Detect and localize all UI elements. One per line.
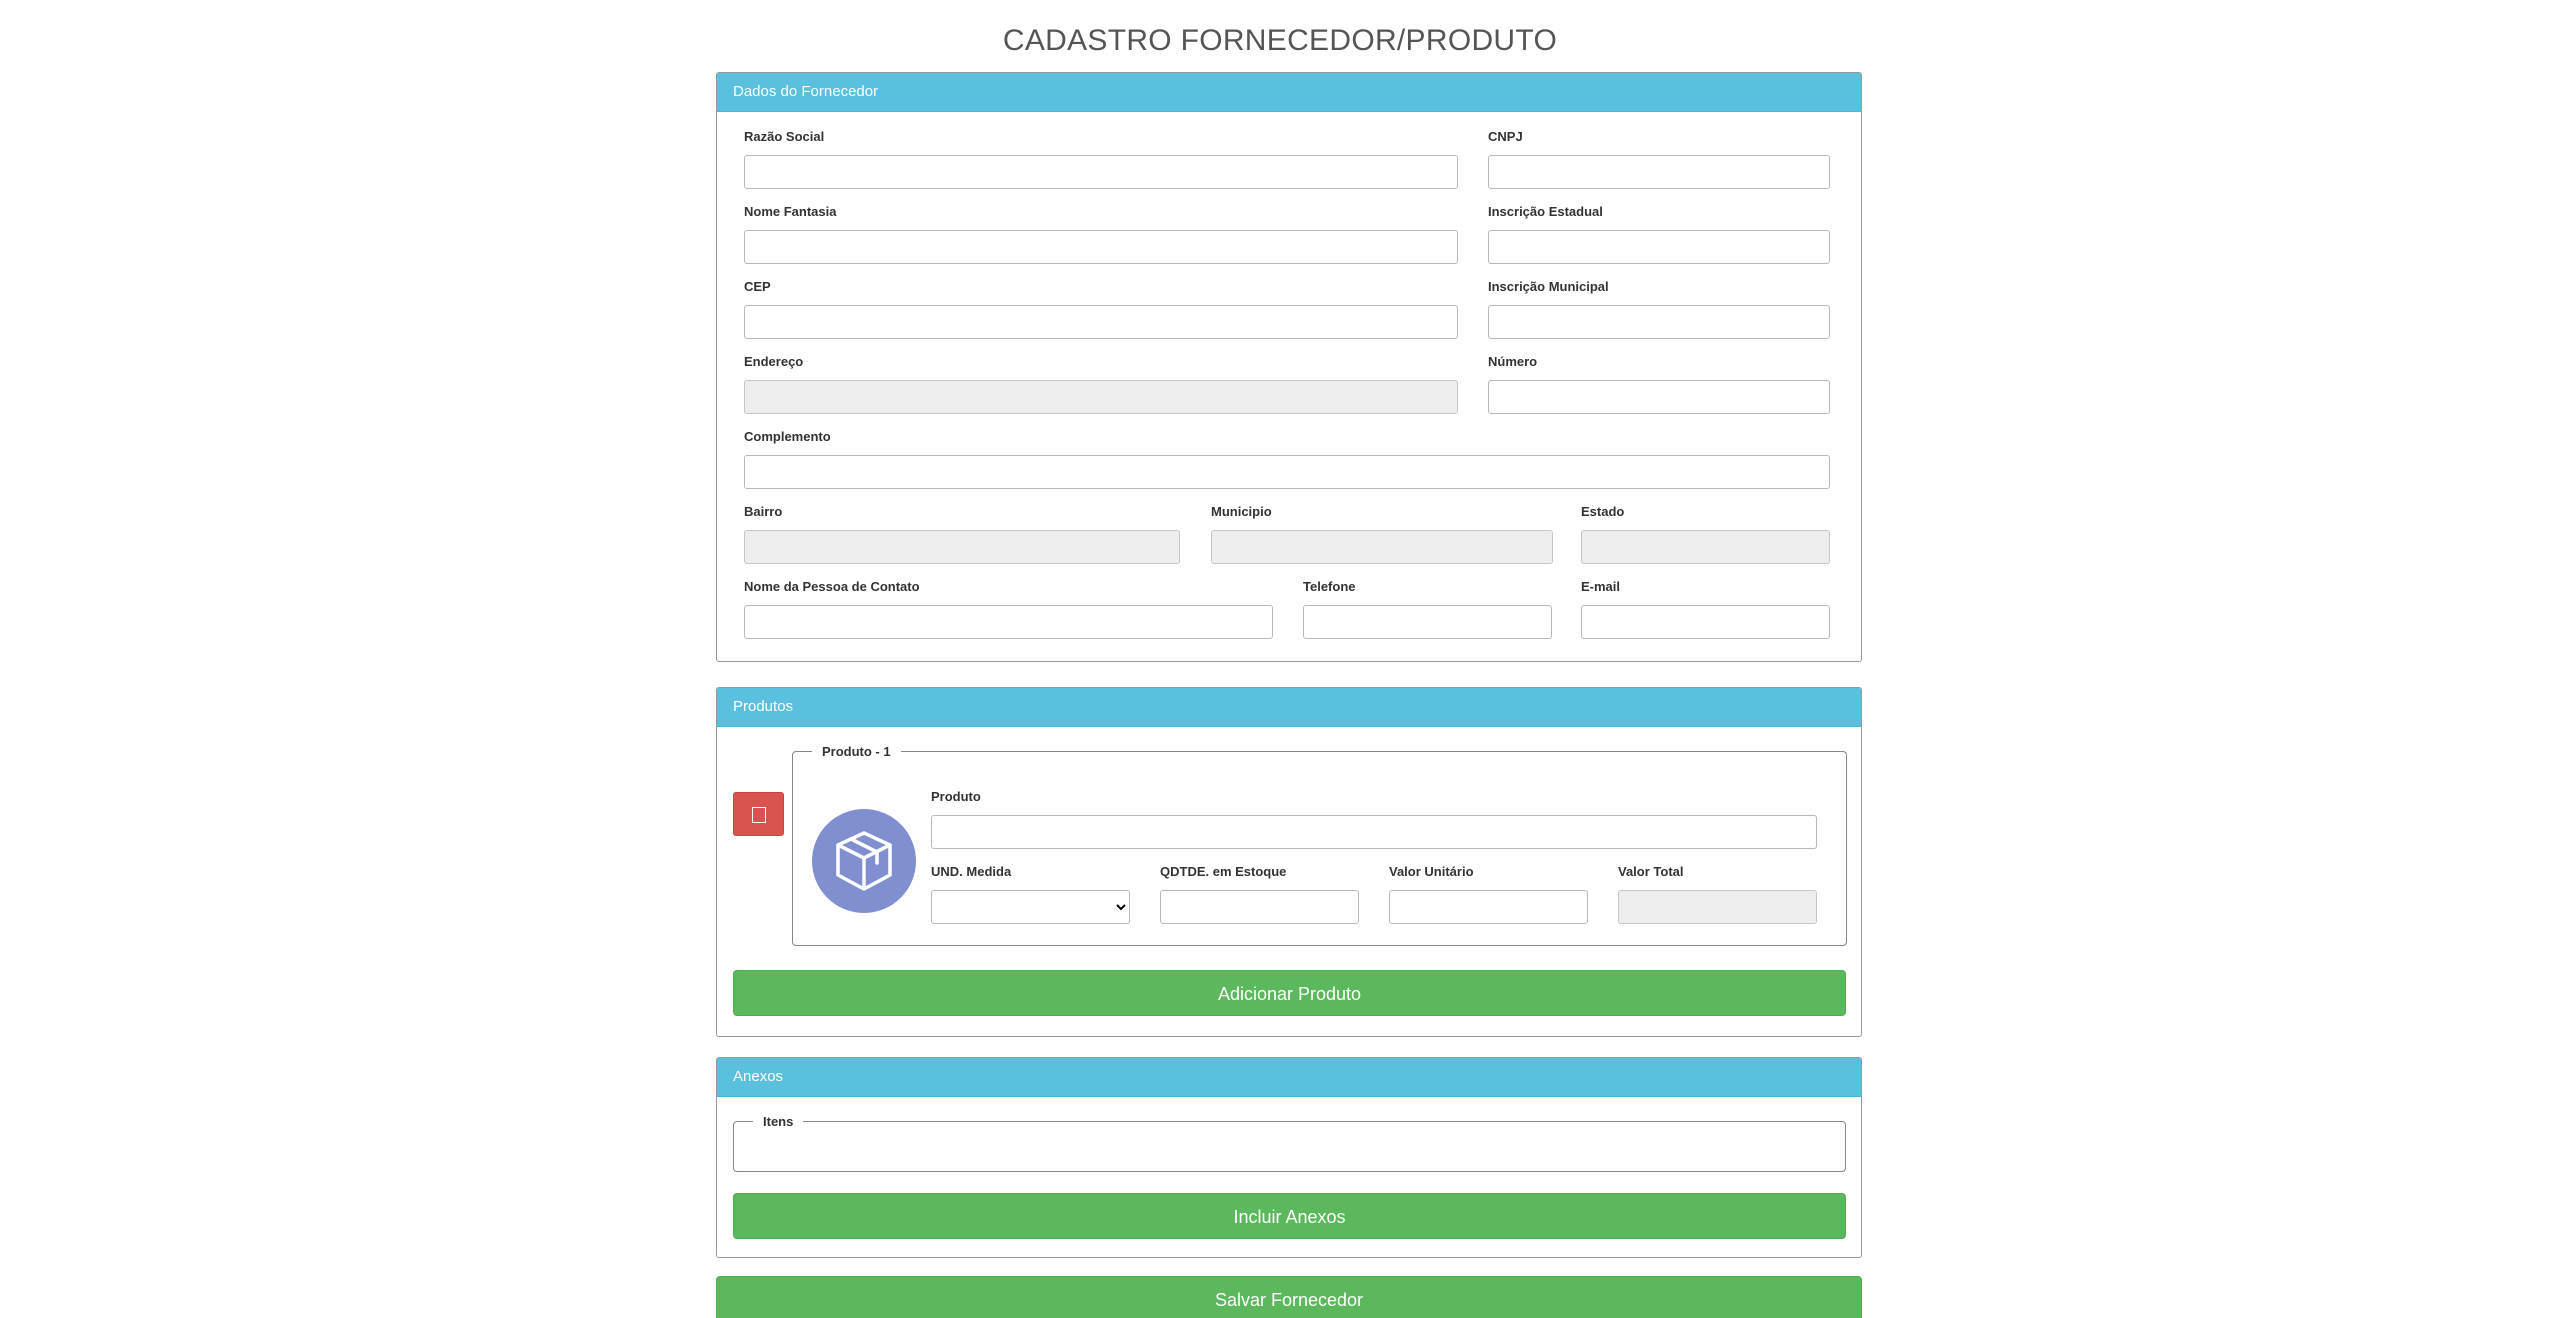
save-supplier-button[interactable]: Salvar Fornecedor <box>716 1276 1862 1318</box>
telefone-input[interactable] <box>1303 605 1552 639</box>
estado-field: Estado <box>1581 504 1830 564</box>
inscricao-municipal-label: Inscrição Municipal <box>1488 279 1609 294</box>
municipio-input <box>1211 530 1553 564</box>
contato-input[interactable] <box>744 605 1273 639</box>
telefone-label: Telefone <box>1303 579 1356 594</box>
cep-field: CEP <box>744 279 1458 339</box>
bairro-input <box>744 530 1180 564</box>
supplier-panel-heading: Dados do Fornecedor <box>717 73 1861 112</box>
valor-unitario-label: Valor Unitário <box>1389 864 1474 879</box>
qtde-estoque-field: QDTDE. em Estoque <box>1160 864 1359 924</box>
produto-field: Produto <box>931 789 1817 849</box>
estado-input <box>1581 530 1830 564</box>
email-input[interactable] <box>1581 605 1830 639</box>
contato-label: Nome da Pessoa de Contato <box>744 579 920 594</box>
inscricao-municipal-input[interactable] <box>1488 305 1830 339</box>
cep-input[interactable] <box>744 305 1458 339</box>
remove-product-button[interactable] <box>733 792 784 836</box>
inscricao-estadual-label: Inscrição Estadual <box>1488 204 1603 219</box>
trash-icon <box>752 807 766 823</box>
razao-social-input[interactable] <box>744 155 1458 189</box>
estado-label: Estado <box>1581 504 1625 519</box>
numero-field: Número <box>1488 354 1830 414</box>
complemento-input[interactable] <box>744 455 1830 489</box>
valor-unitario-field: Valor Unitário <box>1389 864 1588 924</box>
endereco-label: Endereço <box>744 354 804 369</box>
razao-social-field: Razão Social <box>744 129 1458 189</box>
add-product-button[interactable]: Adicionar Produto <box>733 970 1846 1016</box>
und-medida-select[interactable] <box>931 890 1130 924</box>
product-item-group: Produto - 1 Produto UND. Medida QDTDE. e… <box>792 744 1847 946</box>
valor-total-input <box>1618 890 1817 924</box>
email-field: E-mail <box>1581 579 1830 639</box>
numero-label: Número <box>1488 354 1538 369</box>
add-attachments-button[interactable]: Incluir Anexos <box>733 1193 1846 1239</box>
qtde-estoque-label: QDTDE. em Estoque <box>1160 864 1287 879</box>
cnpj-input[interactable] <box>1488 155 1830 189</box>
qtde-estoque-input[interactable] <box>1160 890 1359 924</box>
razao-social-label: Razão Social <box>744 129 825 144</box>
supplier-panel: Dados do Fornecedor Razão Social CNPJ No… <box>716 72 1862 662</box>
attachments-items-group: Itens <box>733 1114 1846 1172</box>
und-medida-field: UND. Medida <box>931 864 1130 924</box>
valor-total-field: Valor Total <box>1618 864 1817 924</box>
email-label: E-mail <box>1581 579 1621 594</box>
attachments-panel-heading: Anexos <box>717 1058 1861 1097</box>
endereco-field: Endereço <box>744 354 1458 414</box>
municipio-label: Municipio <box>1211 504 1272 519</box>
und-medida-label: UND. Medida <box>931 864 1012 879</box>
produto-input[interactable] <box>931 815 1817 849</box>
complemento-field: Complemento <box>744 429 1830 489</box>
nome-fantasia-label: Nome Fantasia <box>744 204 837 219</box>
inscricao-estadual-input[interactable] <box>1488 230 1830 264</box>
cnpj-field: CNPJ <box>1488 129 1830 189</box>
nome-fantasia-input[interactable] <box>744 230 1458 264</box>
endereco-input <box>744 380 1458 414</box>
complemento-label: Complemento <box>744 429 831 444</box>
bairro-label: Bairro <box>744 504 783 519</box>
bairro-field: Bairro <box>744 504 1180 564</box>
inscricao-estadual-field: Inscrição Estadual <box>1488 204 1830 264</box>
numero-input[interactable] <box>1488 380 1830 414</box>
products-panel-heading: Produtos <box>717 688 1861 727</box>
cnpj-label: CNPJ <box>1488 129 1523 144</box>
contato-field: Nome da Pessoa de Contato <box>744 579 1273 639</box>
valor-total-label: Valor Total <box>1618 864 1684 879</box>
nome-fantasia-field: Nome Fantasia <box>744 204 1458 264</box>
box-icon <box>812 809 916 913</box>
cep-label: CEP <box>744 279 771 294</box>
municipio-field: Municipio <box>1211 504 1553 564</box>
valor-unitario-input[interactable] <box>1389 890 1588 924</box>
attachments-panel: Anexos Itens Incluir Anexos <box>716 1057 1862 1258</box>
products-panel: Produtos Produto - 1 Produto UND. Medida… <box>716 687 1862 1037</box>
page-title: CADASTRO FORNECEDOR/PRODUTO <box>1002 24 1558 57</box>
telefone-field: Telefone <box>1303 579 1552 639</box>
page: CADASTRO FORNECEDOR/PRODUTO Dados do For… <box>0 0 2560 1318</box>
inscricao-municipal-field: Inscrição Municipal <box>1488 279 1830 339</box>
produto-label: Produto <box>931 789 981 804</box>
product-item-legend: Produto - 1 <box>822 744 891 759</box>
attachments-items-legend: Itens <box>763 1114 794 1129</box>
